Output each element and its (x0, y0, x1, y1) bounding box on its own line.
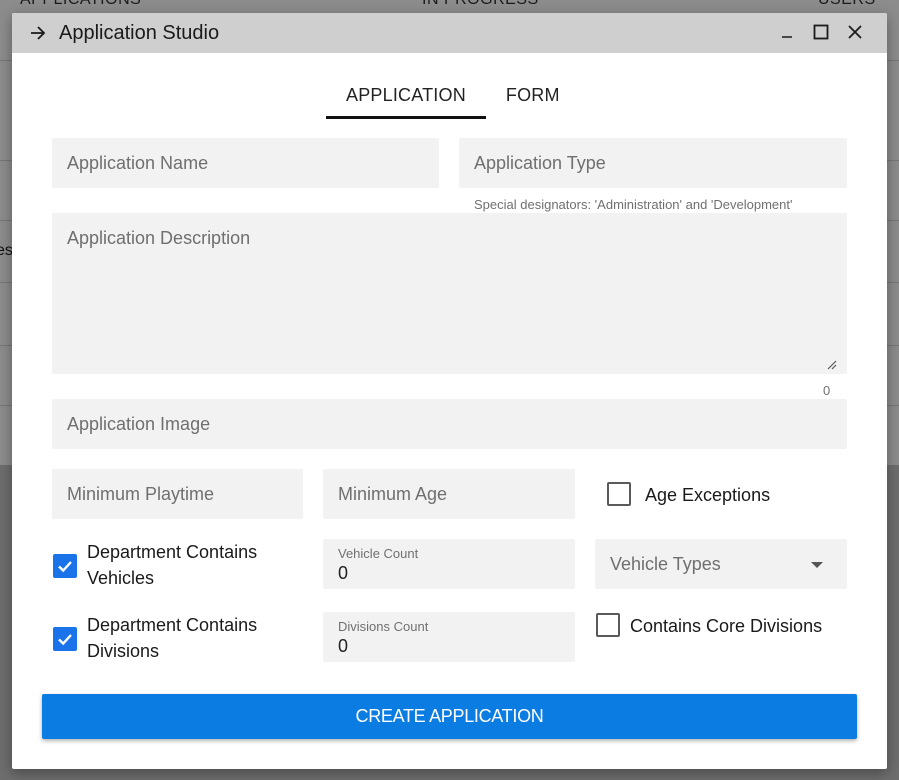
application-description-placeholder: Application Description (67, 228, 251, 248)
tab-bar: APPLICATION FORM (326, 81, 580, 119)
department-divisions-box[interactable] (53, 627, 77, 651)
close-icon (848, 25, 862, 39)
application-image-placeholder: Application Image (67, 414, 211, 434)
arrow-right-icon (31, 26, 46, 40)
department-divisions-label-line1: Department Contains (87, 615, 258, 635)
divisions-count-input[interactable]: Divisions Count 0 (323, 612, 575, 662)
application-studio-dialog: Application Studio APPLICATION FORM Appl… (12, 13, 887, 769)
checkmark-icon (58, 561, 72, 573)
divisions-count-label: Divisions Count (338, 619, 429, 634)
age-exceptions-box[interactable] (607, 482, 631, 506)
vehicle-count-label: Vehicle Count (338, 546, 419, 561)
maximize-button[interactable] (811, 22, 831, 42)
minimum-age-input[interactable]: Minimum Age (323, 469, 575, 519)
minimum-playtime-placeholder: Minimum Playtime (67, 484, 215, 504)
core-divisions-checkbox[interactable]: Contains Core Divisions (596, 613, 822, 639)
application-type-placeholder: Application Type (474, 153, 606, 173)
minimum-playtime-input[interactable]: Minimum Playtime (52, 469, 303, 519)
minimize-icon (782, 36, 792, 38)
create-application-button[interactable]: CREATE APPLICATION (42, 694, 857, 739)
department-vehicles-label-line2: Vehicles (87, 568, 155, 588)
application-description-textarea[interactable]: Application Description (52, 213, 847, 374)
department-vehicles-label: Department Contains Vehicles (87, 539, 257, 591)
age-exceptions-checkbox[interactable]: Age Exceptions (607, 482, 770, 508)
vehicle-types-placeholder: Vehicle Types (610, 554, 721, 574)
application-name-input[interactable]: Application Name (52, 138, 439, 188)
tab-application[interactable]: APPLICATION (326, 81, 486, 119)
minimum-age-placeholder: Minimum Age (338, 484, 448, 504)
department-vehicles-label-line1: Department Contains (87, 542, 258, 562)
department-divisions-label: Department Contains Divisions (87, 612, 257, 664)
dropdown-arrow-icon (811, 562, 823, 568)
window-controls (777, 22, 865, 42)
department-vehicles-checkbox[interactable]: Department Contains Vehicles (53, 539, 257, 591)
application-type-input[interactable]: Application Type (459, 138, 847, 188)
age-exceptions-label: Age Exceptions (645, 485, 771, 505)
vehicle-count-input[interactable]: Vehicle Count 0 (323, 539, 575, 589)
resize-handle-icon[interactable] (825, 358, 837, 370)
application-type-hint: Special designators: 'Administration' an… (474, 197, 793, 212)
core-divisions-box[interactable] (596, 613, 620, 637)
vehicle-count-value: 0 (338, 563, 349, 583)
close-button[interactable] (845, 22, 865, 42)
application-name-placeholder: Application Name (67, 153, 209, 173)
maximize-icon (813, 24, 829, 40)
description-char-counter: 0 (823, 383, 831, 398)
dialog-titlebar[interactable]: Application Studio (12, 13, 887, 53)
vehicle-types-select[interactable]: Vehicle Types (595, 539, 847, 589)
divisions-count-value: 0 (338, 636, 349, 656)
tab-form[interactable]: FORM (486, 81, 580, 119)
application-image-input[interactable]: Application Image (52, 399, 847, 449)
minimize-button[interactable] (777, 22, 797, 42)
checkmark-icon (58, 634, 72, 646)
department-divisions-checkbox[interactable]: Department Contains Divisions (53, 612, 257, 664)
core-divisions-label: Contains Core Divisions (630, 616, 823, 636)
department-divisions-label-line2: Divisions (87, 641, 160, 661)
department-vehicles-box[interactable] (53, 554, 77, 578)
dialog-title: Application Studio (59, 21, 220, 44)
